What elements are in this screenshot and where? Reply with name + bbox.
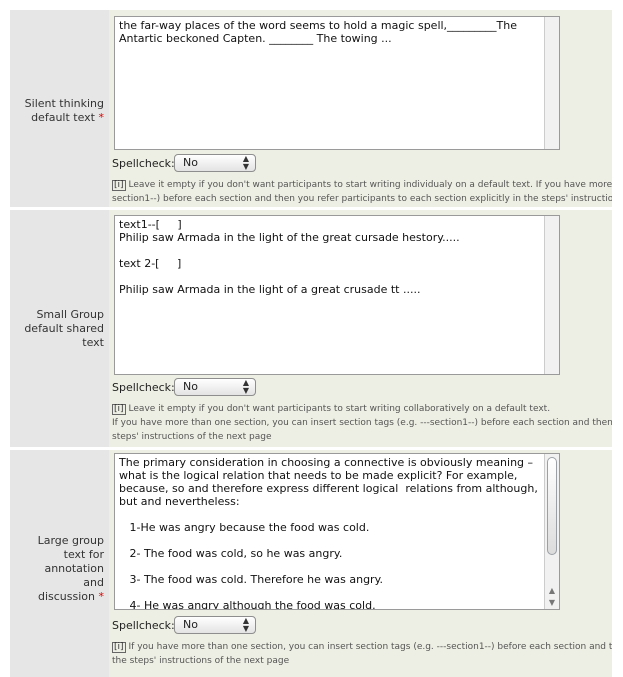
scrollbar[interactable]: ▲ ▼	[544, 454, 559, 609]
updown-arrows-icon: ▲ ▼	[242, 616, 250, 633]
info-icon: [i]	[112, 642, 126, 653]
arrow-up-icon[interactable]: ▲	[545, 585, 559, 597]
settings-form: Silent thinking default text * the far-w…	[10, 10, 612, 677]
spellcheck-select[interactable]: No ▲ ▼	[174, 616, 256, 634]
select-value: No	[183, 156, 198, 169]
required-marker: *	[98, 111, 105, 124]
field-label: Large group text for annotation and disc…	[37, 534, 105, 603]
select-value: No	[183, 618, 198, 631]
label-cell: Silent thinking default text *	[10, 10, 109, 207]
spellcheck-label: Spellcheck:	[112, 381, 175, 394]
spellcheck-label: Spellcheck:	[112, 157, 175, 170]
info-icon: [i]	[112, 404, 126, 415]
scrollbar-thumb[interactable]	[547, 457, 557, 555]
row-silent-thinking: Silent thinking default text * the far-w…	[10, 10, 612, 207]
label-cell: Small Group default shared text	[10, 210, 109, 447]
row-small-group: Small Group default shared text text1--[…	[10, 210, 612, 447]
spellcheck-label: Spellcheck:	[112, 619, 175, 632]
hint-text: [i] If you have more than one section, yo…	[112, 642, 612, 666]
spellcheck-select[interactable]: No ▲ ▼	[174, 154, 256, 172]
textarea-content: The primary consideration in choosing a …	[119, 456, 538, 610]
small-group-textarea[interactable]: text1--[ ] Philip saw Armada in the ligh…	[114, 215, 560, 375]
field-content: text1--[ ] Philip saw Armada in the ligh…	[112, 210, 612, 447]
spellcheck-select[interactable]: No ▲ ▼	[174, 378, 256, 396]
hint-text: [i] Leave it empty if you don't want part…	[112, 404, 612, 442]
info-icon: [i]	[112, 180, 126, 191]
updown-arrows-icon: ▲ ▼	[242, 154, 250, 171]
scrollbar[interactable]	[544, 17, 559, 149]
row-large-group: Large group text for annotation and disc…	[10, 450, 612, 677]
field-label: Small Group default shared text	[24, 308, 104, 349]
silent-thinking-textarea[interactable]: the far-way places of the word seems to …	[114, 16, 560, 150]
hint-text: [i] Leave it empty if you don't want part…	[112, 180, 612, 204]
field-content: The primary consideration in choosing a …	[112, 450, 612, 677]
label-cell: Large group text for annotation and disc…	[10, 450, 109, 677]
required-marker: *	[98, 590, 105, 603]
select-value: No	[183, 380, 198, 393]
arrow-down-icon[interactable]: ▼	[545, 597, 559, 609]
scrollbar[interactable]	[544, 216, 559, 374]
textarea-content: the far-way places of the word seems to …	[119, 19, 521, 45]
updown-arrows-icon: ▲ ▼	[242, 378, 250, 395]
field-label: Silent thinking default text *	[24, 97, 105, 124]
field-content: the far-way places of the word seems to …	[112, 10, 612, 207]
large-group-textarea[interactable]: The primary consideration in choosing a …	[114, 453, 560, 610]
textarea-content: text1--[ ] Philip saw Armada in the ligh…	[119, 218, 460, 296]
